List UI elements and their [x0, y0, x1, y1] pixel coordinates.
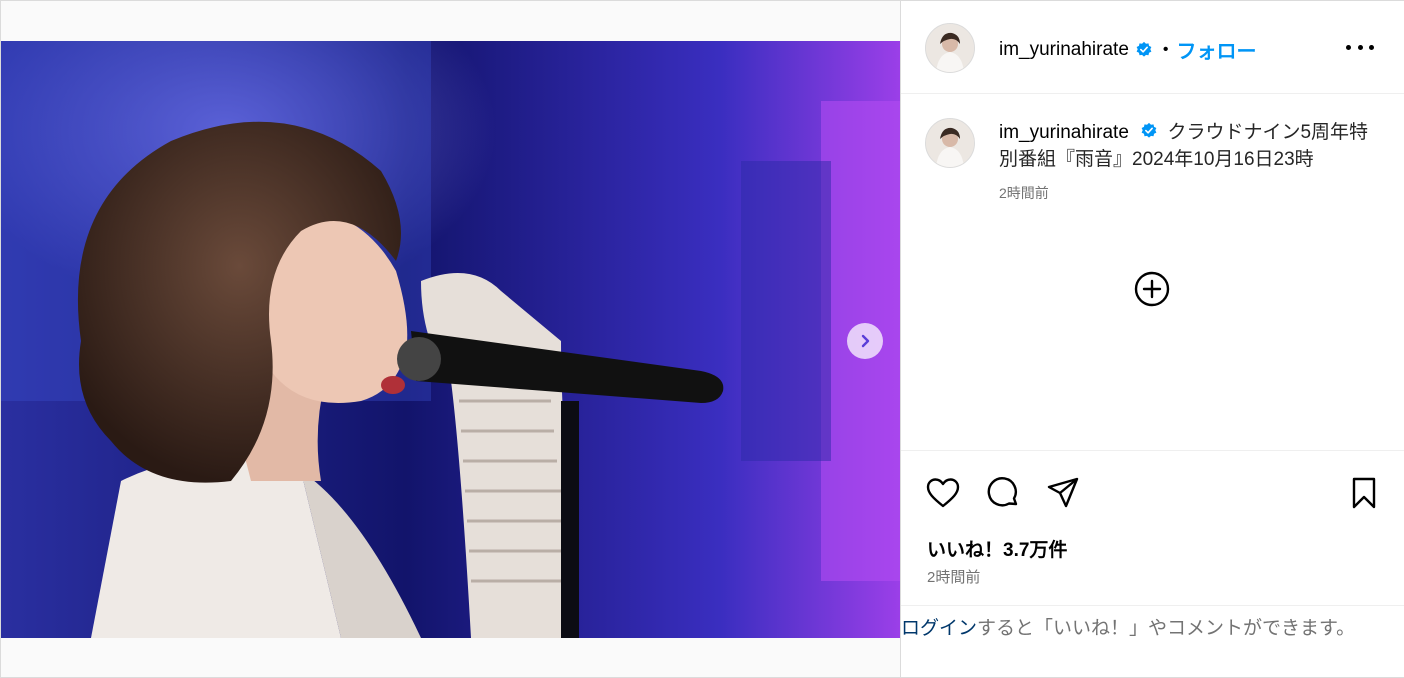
- caption-avatar[interactable]: [925, 118, 975, 168]
- separator-dot: •: [1162, 40, 1169, 58]
- next-photo-button[interactable]: [847, 323, 883, 359]
- photo-illustration: [1, 41, 900, 638]
- verified-badge-icon: [1136, 41, 1152, 57]
- avatar[interactable]: [925, 23, 975, 73]
- caption-username[interactable]: im_yurinahirate: [999, 122, 1129, 143]
- like-button[interactable]: [925, 475, 961, 511]
- avatar-image: [926, 24, 974, 72]
- more-options-icon[interactable]: [1346, 37, 1374, 57]
- username-link[interactable]: im_yurinahirate: [999, 39, 1129, 61]
- avatar-image: [926, 119, 974, 167]
- bookmark-icon: [1352, 477, 1376, 509]
- post-header: im_yurinahirate • フォロー: [901, 1, 1404, 94]
- like-count[interactable]: いいね！3.7万件: [927, 535, 1067, 562]
- paper-plane-icon: [1047, 477, 1079, 508]
- login-link[interactable]: ログイン: [901, 618, 977, 639]
- action-section: いいね！3.7万件 2時間前 ログインすると「いいね！」やコメントができます。: [901, 450, 1404, 677]
- load-more-comments-button[interactable]: [1134, 271, 1170, 307]
- media-panel: [1, 1, 900, 677]
- share-button[interactable]: [1045, 475, 1081, 511]
- chevron-right-icon: [861, 334, 870, 348]
- comment-icon: [987, 477, 1018, 507]
- comment-button[interactable]: [985, 475, 1021, 511]
- header-user-row: im_yurinahirate • フォロー: [999, 35, 1257, 64]
- caption-timestamp: 2時間前: [999, 185, 1049, 201]
- login-prompt-text: すると「いいね！」やコメントができます。: [977, 618, 1356, 639]
- post-sidebar: im_yurinahirate • フォロー im_yurinahirate ク…: [900, 1, 1404, 677]
- caption: im_yurinahirate クラウドナイン5周年特別番組『雨音』2024年1…: [999, 119, 1379, 173]
- post-photo[interactable]: [1, 41, 900, 638]
- post-timestamp: 2時間前: [927, 569, 981, 586]
- heart-icon: [926, 478, 960, 508]
- login-prompt: ログインすると「いいね！」やコメントができます。: [901, 605, 1404, 643]
- post-container: im_yurinahirate • フォロー im_yurinahirate ク…: [0, 0, 1404, 678]
- plus-circle-icon: [1134, 271, 1170, 307]
- follow-button[interactable]: フォロー: [1177, 35, 1257, 64]
- save-button[interactable]: [1346, 475, 1382, 511]
- verified-badge-icon: [1141, 122, 1157, 138]
- caption-block: im_yurinahirate クラウドナイン5周年特別番組『雨音』2024年1…: [999, 119, 1379, 203]
